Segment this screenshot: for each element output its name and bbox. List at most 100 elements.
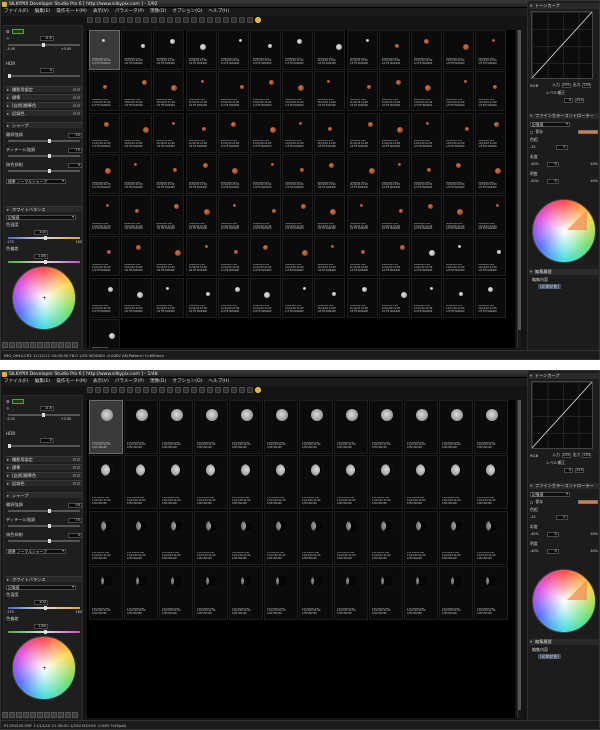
hdr-slider[interactable]: [8, 444, 80, 448]
toolbar-button[interactable]: [103, 17, 109, 23]
preset-section[interactable]: [自然]標準色: [6, 102, 82, 108]
color-mode-select[interactable]: 記憶値: [530, 491, 570, 497]
toolbar-button[interactable]: [223, 17, 229, 23]
view-mode-icon[interactable]: [16, 712, 22, 718]
thumbnail[interactable]: IMG0000.CR211/12/10 21:001/4 F8 ISO6400: [89, 195, 120, 236]
menu-item[interactable]: パラメータ(P): [112, 378, 147, 385]
out-field[interactable]: 255: [582, 82, 592, 88]
preset-section[interactable]: 記録色: [6, 480, 82, 486]
thumbnail[interactable]: IMG0000.CR211/12/10 21:001/4 F8 ISO6400: [89, 153, 120, 194]
thumbnail[interactable]: P1150000.ORF 11/12/10 21:00 1/80 ISO100: [439, 400, 473, 454]
copy-icon[interactable]: [77, 474, 80, 477]
copy-icon[interactable]: [77, 458, 80, 461]
toolbar-button[interactable]: [183, 387, 189, 393]
thumbnail[interactable]: IMG0000.CR211/12/10 21:001/4 F8 ISO6400: [282, 71, 314, 112]
param-slider[interactable]: [8, 154, 80, 158]
thumbnail[interactable]: IMG0000.CR211/12/10 21:001/4 F8 ISO6400: [475, 30, 507, 70]
thumbnail[interactable]: IMG0000.CR211/12/10 21:001/4 F8 ISO6400: [89, 71, 120, 112]
toolbar-button[interactable]: [95, 17, 101, 23]
thumbnail[interactable]: IMG0000.CR211/12/10 21:001/4 F8 ISO6400: [185, 30, 217, 70]
in-field[interactable]: 255: [561, 452, 571, 458]
thumbnail[interactable]: IMG0000.CR211/12/10 21:001/4 F8 ISO6400: [121, 30, 153, 70]
thumbnail[interactable]: P1150000.ORF 11/12/10 21:00 1/80 ISO100: [299, 565, 333, 620]
wb-mode-select[interactable]: 記憶値: [6, 214, 76, 220]
thumbnail[interactable]: P1150000.ORF 11/12/10 21:00 1/80 ISO100: [334, 510, 368, 565]
thumbnail[interactable]: P1150000.ORF 11/12/10 21:00 1/80 ISO100: [89, 455, 123, 510]
sharp-mode-select[interactable]: 標準 ノーマルシャープ: [6, 178, 66, 184]
preset-section[interactable]: [自然]標準色: [6, 472, 82, 478]
color-wheel[interactable]: +: [12, 636, 76, 700]
tone-curve-graph[interactable]: [531, 381, 593, 449]
toolbar-button[interactable]: [183, 17, 189, 23]
param-field[interactable]: 0: [68, 162, 82, 168]
copy-icon[interactable]: [77, 482, 80, 485]
thumbnail[interactable]: IMG0000.CR211/12/10 21:001/4 F8 ISO6400: [217, 195, 249, 236]
menu-item[interactable]: 編集(E): [32, 8, 54, 15]
menu-icon[interactable]: [73, 458, 76, 461]
thumbnail[interactable]: IMG0000.CR211/12/10 21:001/4 F8 ISO6400: [282, 112, 314, 153]
thumbnail[interactable]: IMG0000.CR211/12/10 21:001/4 F8 ISO6400: [249, 195, 281, 236]
thumbnail[interactable]: IMG0000.CR211/12/10 21:001/4 F8 ISO6400: [443, 30, 475, 70]
thumbnail[interactable]: IMG0000.CR211/12/10 21:001/4 F8 ISO6400: [121, 236, 153, 277]
thumbnail[interactable]: IMG0000.CR211/12/10 21:001/4 F8 ISO6400: [378, 71, 410, 112]
toolbar-button[interactable]: [159, 17, 165, 23]
toolbar-button[interactable]: [199, 387, 205, 393]
menu-item[interactable]: 表示(V): [90, 378, 112, 385]
menu-icon[interactable]: [73, 466, 76, 469]
color-controller-header[interactable]: ファインカラーコントローラー: [529, 113, 599, 119]
view-mode-icon[interactable]: [2, 712, 8, 718]
copy-icon[interactable]: [77, 466, 80, 469]
history-header[interactable]: 編集履歴: [529, 269, 599, 275]
thumbnail[interactable]: P1150000.ORF 11/12/10 21:00 1/80 ISO100: [474, 510, 508, 565]
color-controller-header[interactable]: ファインカラーコントローラー: [529, 483, 599, 489]
curve-path[interactable]: [531, 11, 593, 79]
menu-item[interactable]: オプション(O): [169, 378, 205, 385]
view-mode-icon[interactable]: [58, 342, 64, 348]
view-mode-icon[interactable]: [51, 712, 57, 718]
in-field[interactable]: 255: [561, 82, 571, 88]
thumbnail[interactable]: IMG0000.CR211/12/10 21:001/4 F8 ISO6400: [153, 195, 185, 236]
toolbar-button[interactable]: [103, 387, 109, 393]
sat-field[interactable]: 0: [546, 161, 559, 167]
thumbnail[interactable]: P1150000.ORF 11/12/10 21:00 1/80 ISO100: [404, 510, 438, 565]
sharp-section[interactable]: シャープ: [6, 492, 82, 498]
view-mode-icon[interactable]: [30, 712, 36, 718]
thumbnail[interactable]: P1150000.ORF 11/12/10 21:00 1/80 ISO100: [264, 455, 298, 510]
thumbnail[interactable]: IMG0000.CR211/12/10 21:001/4 F8 ISO6400: [249, 277, 281, 318]
color-wheel-button[interactable]: [255, 17, 261, 23]
thumbnail[interactable]: IMG0000.CR211/12/10 21:001/4 F8 ISO6400: [282, 236, 314, 277]
thumbnail-scrollbar[interactable]: [517, 30, 521, 348]
toolbar-button[interactable]: [207, 387, 213, 393]
thumbnail[interactable]: IMG0000.CR211/12/10 21:001/4 F8 ISO6400: [185, 236, 217, 277]
thumbnail[interactable]: P1150000.ORF 11/12/10 21:00 1/80 ISO100: [334, 565, 368, 620]
slider-knob[interactable]: [44, 630, 47, 634]
checkbox[interactable]: ☐: [530, 500, 533, 505]
thumbnail[interactable]: IMG0000.CR211/12/10 21:001/4 F8 ISO6400: [314, 71, 346, 112]
thumbnail[interactable]: IMG0000.CR211/12/10 21:001/4 F8 ISO6400: [282, 30, 314, 70]
thumbnail[interactable]: IMG0000.CR211/12/10 21:001/4 F8 ISO6400: [89, 30, 120, 70]
thumbnail[interactable]: IMG0000.CR211/12/10 21:001/4 F8 ISO6400: [89, 112, 120, 153]
color-temp-field[interactable]: 100: [34, 229, 48, 235]
thumbnail[interactable]: IMG0000.CR211/12/10 21:001/4 F8 ISO6400: [443, 236, 475, 277]
view-mode-icon[interactable]: [23, 712, 29, 718]
thumbnail[interactable]: IMG0000.CR211/12/10 21:001/4 F8 ISO6400: [249, 112, 281, 153]
view-mode-icon[interactable]: [2, 342, 8, 348]
color-wheel[interactable]: +: [12, 266, 76, 330]
thumbnail[interactable]: P1150000.ORF 11/12/10 21:00 1/80 ISO100: [159, 455, 193, 510]
thumbnail[interactable]: IMG0000.CR211/12/10 21:001/4 F8 ISO6400: [378, 277, 410, 318]
menu-item[interactable]: 編集(E): [32, 378, 54, 385]
sharp-mode-select[interactable]: 標準 ノーマルシャープ: [6, 548, 66, 554]
view-mode-icon[interactable]: [65, 342, 71, 348]
toolbar-button[interactable]: [247, 17, 253, 23]
history-header[interactable]: 編集履歴: [529, 639, 599, 645]
param-field[interactable]: 75: [68, 147, 82, 153]
param-field[interactable]: 50: [68, 502, 82, 508]
thumbnail[interactable]: P1150000.ORF 11/12/10 21:00 1/80 ISO100: [264, 510, 298, 565]
view-mode-icon[interactable]: [65, 712, 71, 718]
thumbnail[interactable]: P1150000.ORF 11/12/10 21:00 1/80 ISO100: [194, 510, 228, 565]
tint-field[interactable]: 1.80: [34, 623, 48, 629]
view-mode-icon[interactable]: [37, 342, 43, 348]
preset-section[interactable]: 撮影用設定: [6, 456, 82, 462]
copy-icon[interactable]: [77, 112, 80, 115]
slider-knob[interactable]: [8, 74, 11, 78]
